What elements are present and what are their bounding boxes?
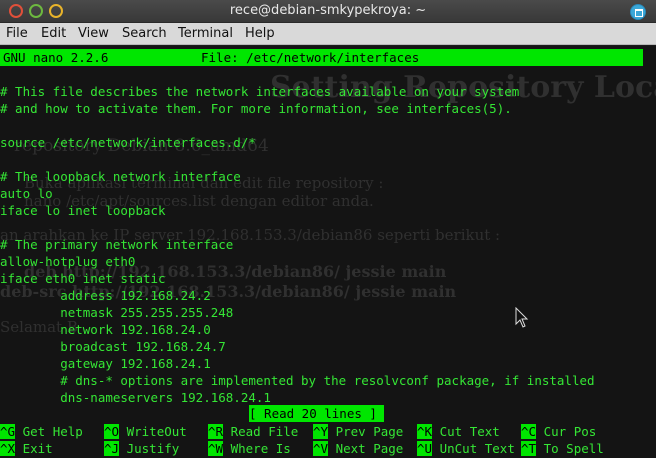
menu-view[interactable]: View	[78, 26, 109, 41]
window-titlebar[interactable]: rece@debian-smkypekroya: ~	[0, 0, 656, 23]
mouse-pointer-icon	[515, 307, 529, 328]
editor-line[interactable]: # dns-* options are implemented by the r…	[0, 372, 594, 389]
editor-line[interactable]: allow-hotplug eth0	[0, 253, 135, 270]
menu-help[interactable]: Help	[245, 26, 275, 41]
editor-line[interactable]: source /etc/network/interfaces.d/*	[0, 134, 256, 151]
editor-line[interactable]: gateway 192.168.24.1	[0, 355, 211, 372]
editor-line[interactable]: # This file describes the network interf…	[0, 83, 519, 100]
editor-line[interactable]: # The loopback network interface	[0, 168, 241, 185]
shortcut-writeout[interactable]: ^O WriteOut	[104, 423, 187, 440]
terminal-area[interactable]: Setting Repository Local di BLC T reposi…	[0, 46, 656, 458]
menu-terminal[interactable]: Terminal	[178, 26, 233, 41]
shortcut-cur-pos[interactable]: ^C Cur Pos	[521, 423, 596, 440]
editor-line[interactable]: iface lo inet loopback	[0, 202, 166, 219]
editor-line[interactable]: broadcast 192.168.24.7	[0, 338, 226, 355]
shortcut-prev-page[interactable]: ^Y Prev Page	[313, 423, 403, 440]
shortcut-justify[interactable]: ^J Justify	[104, 440, 179, 457]
shortcut-get-help[interactable]: ^G Get Help	[0, 423, 83, 440]
nano-status-message: [ Read 20 lines ]	[249, 405, 384, 422]
shortcut-to-spell[interactable]: ^T To Spell	[521, 440, 604, 457]
shortcut-row-2: ^X Exit ^J Justify ^W Where Is ^V Next P…	[0, 440, 656, 457]
nano-titlebar: GNU nano 2.2.6 File: /etc/network/interf…	[0, 49, 643, 66]
editor-line[interactable]: dns-nameservers 192.168.24.1	[0, 389, 271, 406]
shortcut-read-file[interactable]: ^R Read File	[208, 423, 298, 440]
shortcut-row-1: ^G Get Help ^O WriteOut ^R Read File ^Y …	[0, 423, 656, 440]
shortcut-next-page[interactable]: ^V Next Page	[313, 440, 403, 457]
shortcut-where-is[interactable]: ^W Where Is	[208, 440, 291, 457]
editor-line[interactable]: network 192.168.24.0	[0, 321, 211, 338]
editor-line[interactable]: # The primary network interface	[0, 236, 233, 253]
window-title: rece@debian-smkypekroya: ~	[229, 3, 427, 18]
nano-version: GNU nano 2.2.6	[3, 50, 109, 65]
menu-file[interactable]: File	[6, 26, 28, 41]
editor-line[interactable]: iface eth0 inet static	[0, 270, 166, 287]
restore-window-button[interactable]	[630, 4, 646, 20]
editor-line[interactable]: address 192.168.24.2	[0, 287, 211, 304]
menu-search[interactable]: Search	[122, 26, 167, 41]
editor-line[interactable]: auto lo	[0, 185, 53, 202]
shortcut-cut-text[interactable]: ^K Cut Text	[417, 423, 500, 440]
nano-filename: File: /etc/network/interfaces	[201, 50, 420, 65]
editor-line[interactable]: # and how to activate them. For more inf…	[0, 100, 512, 117]
shortcut-uncut-text[interactable]: ^U UnCut Text	[417, 440, 515, 457]
menubar: File Edit View Search Terminal Help	[0, 23, 656, 45]
shortcut-exit[interactable]: ^X Exit	[0, 440, 53, 457]
editor-line[interactable]: netmask 255.255.255.248	[0, 304, 233, 321]
menu-edit[interactable]: Edit	[41, 26, 66, 41]
